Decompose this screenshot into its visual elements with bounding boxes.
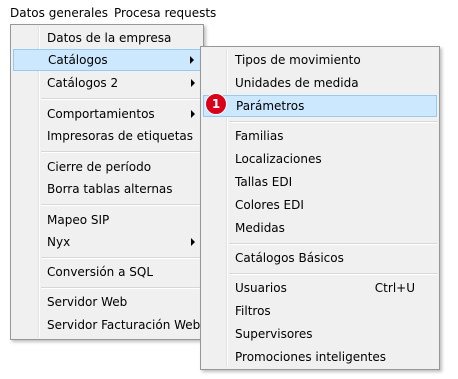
menu-separator [41, 98, 201, 100]
menu-item-supervisores[interactable]: Supervisores [203, 323, 437, 345]
menu-separator [41, 257, 201, 259]
menu-item-label: Localizaciones [235, 152, 322, 166]
menu-item-colores-edi[interactable]: Colores EDI [203, 194, 437, 216]
menu-item-label: Filtros [235, 304, 271, 318]
menu-item-borra-tablas[interactable]: Borra tablas alternas [13, 178, 201, 200]
menu-item-familias[interactable]: Familias [203, 125, 437, 147]
menu-item-label: Promociones inteligentes [235, 350, 387, 364]
menu-item-comportamientos[interactable]: Comportamientos [13, 103, 201, 125]
menu-item-parametros[interactable]: Parámetros [203, 95, 437, 117]
menu-item-label: Parámetros [236, 99, 305, 113]
menu-separator [41, 204, 201, 206]
menu-separator [229, 243, 437, 245]
menu-item-servidor-web[interactable]: Servidor Web [13, 291, 201, 313]
menu-item-label: Usuarios [235, 281, 287, 295]
menu-procesa-requests[interactable]: Procesa requests [110, 4, 220, 22]
menu-item-servidor-facturacion-web[interactable]: Servidor Facturación Web [13, 314, 201, 336]
menu-item-catalogos-2[interactable]: Catálogos 2 [13, 72, 201, 94]
menu-item-label: Cierre de período [47, 160, 152, 174]
menu-item-usuarios[interactable]: Usuarios Ctrl+U [203, 277, 437, 299]
menu-item-label: Mapeo SIP [47, 213, 110, 227]
menu-item-tallas-edi[interactable]: Tallas EDI [203, 171, 437, 193]
menu-item-filtros[interactable]: Filtros [203, 300, 437, 322]
step-number-badge: 1 [205, 93, 227, 115]
menu-separator [41, 151, 201, 153]
submenu-arrow-icon [191, 110, 195, 118]
datos-generales-dropdown: Datos de la empresa Catálogos Catálogos … [10, 24, 204, 340]
menu-item-localizaciones[interactable]: Localizaciones [203, 148, 437, 170]
menu-item-label: Datos de la empresa [47, 31, 172, 45]
submenu-arrow-icon [191, 79, 195, 87]
menu-item-unidades-medida[interactable]: Unidades de medida [203, 72, 437, 94]
menu-item-promociones-inteligentes[interactable]: Promociones inteligentes [203, 346, 437, 368]
menu-item-catalogos[interactable]: Catálogos [13, 49, 201, 71]
menu-item-datos-empresa[interactable]: Datos de la empresa [13, 27, 201, 49]
menu-separator [229, 273, 437, 275]
catalogos-submenu: Tipos de movimiento Unidades de medida P… [200, 46, 440, 370]
menu-item-label: Conversión a SQL [47, 265, 154, 279]
menu-item-label: Tipos de movimiento [235, 53, 361, 67]
menu-item-label: Medidas [235, 221, 285, 235]
menu-item-label: Servidor Web [47, 295, 128, 309]
menu-item-label: Comportamientos [47, 107, 155, 121]
menu-item-impresoras-etiquetas[interactable]: Impresoras de etiquetas [13, 125, 201, 147]
menu-item-label: Supervisores [235, 327, 313, 341]
menu-item-label: Impresoras de etiquetas [47, 129, 193, 143]
menu-item-cierre-periodo[interactable]: Cierre de período [13, 156, 201, 178]
menu-separator [41, 287, 201, 289]
submenu-arrow-icon [191, 238, 195, 246]
menu-item-label: Colores EDI [235, 198, 304, 212]
menu-item-label: Nyx [47, 235, 71, 249]
menu-item-nyx[interactable]: Nyx [13, 231, 201, 253]
menu-item-label: Catálogos Básicos [235, 251, 344, 265]
menu-item-label: Borra tablas alternas [47, 182, 173, 196]
menu-separator [229, 121, 437, 123]
menu-bar: Datos generales Procesa requests [0, 0, 458, 24]
menu-item-catalogos-basicos[interactable]: Catálogos Básicos [203, 247, 437, 269]
submenu-arrow-icon [190, 56, 194, 64]
menu-item-label: Catálogos [48, 53, 108, 67]
menu-item-label: Tallas EDI [235, 175, 293, 189]
menu-item-label: Unidades de medida [235, 76, 359, 90]
menu-item-medidas[interactable]: Medidas [203, 217, 437, 239]
menu-item-label: Catálogos 2 [47, 76, 119, 90]
menu-item-conversion-sql[interactable]: Conversión a SQL [13, 261, 201, 283]
menu-item-label: Servidor Facturación Web [47, 318, 201, 332]
menu-item-label: Familias [235, 129, 284, 143]
menu-item-tipos-movimiento[interactable]: Tipos de movimiento [203, 49, 437, 71]
usuarios-shortcut: Ctrl+U [374, 281, 415, 295]
menu-datos-generales[interactable]: Datos generales [6, 4, 112, 22]
menu-item-mapeo-sip[interactable]: Mapeo SIP [13, 209, 201, 231]
